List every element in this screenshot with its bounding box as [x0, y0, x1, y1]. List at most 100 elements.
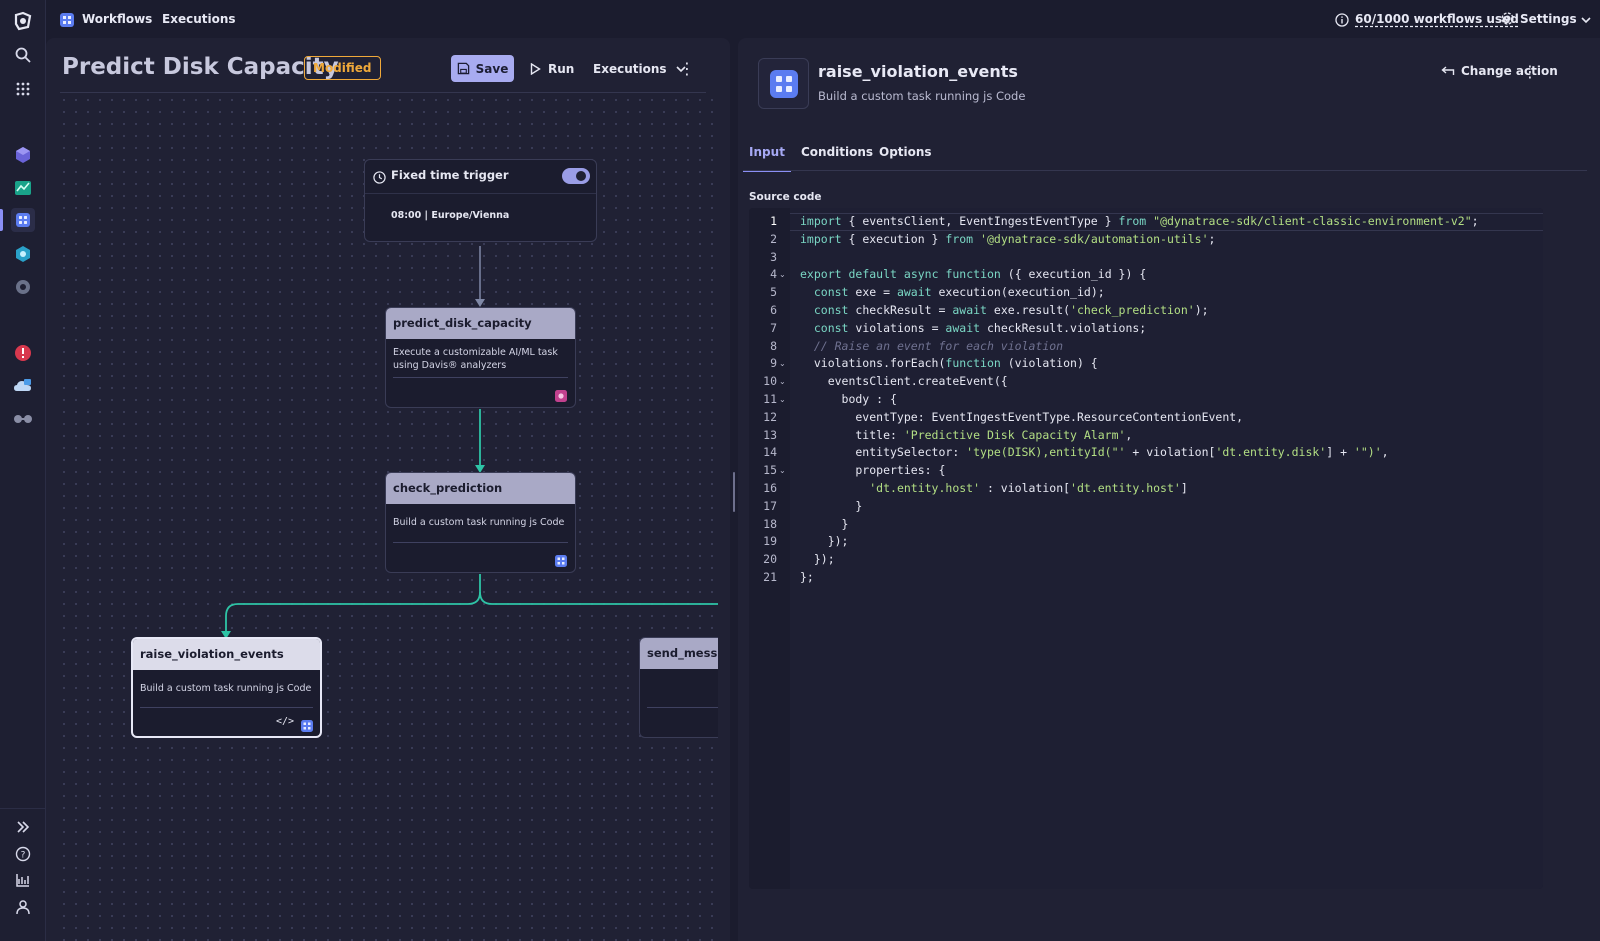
line-number: 8 [770, 338, 777, 353]
line-number: 12 [763, 409, 777, 424]
line-number: 9 [770, 356, 777, 371]
executions-dropdown[interactable]: Executions [593, 55, 687, 82]
line-number: 16 [763, 481, 777, 495]
line-number: 14 [763, 445, 777, 460]
code-line[interactable]: const checkResult = await exe.result('ch… [800, 303, 1209, 317]
apps-grid-icon[interactable] [11, 77, 35, 101]
line-number: 13 [763, 427, 777, 442]
change-action-label: Change action [1461, 64, 1558, 78]
action-panel: raise_violation_events Build a custom ta… [738, 38, 1600, 941]
modified-badge: Modified [304, 56, 381, 80]
svg-text:?: ? [21, 851, 26, 861]
notebook-app-icon[interactable] [11, 242, 35, 266]
code-content[interactable]: import { eventsClient, EventIngestEventT… [790, 208, 1543, 889]
code-line[interactable]: // Raise an event for each violation [800, 339, 1063, 353]
task-node-raise[interactable]: raise_violation_events Build a custom ta… [131, 637, 322, 738]
code-line[interactable]: title: 'Predictive Disk Capacity Alarm', [800, 428, 1132, 442]
tab-options[interactable]: Options [879, 136, 932, 172]
fold-chevron-icon[interactable]: ⌄ [779, 270, 786, 279]
fold-chevron-icon[interactable]: ⌄ [779, 359, 786, 368]
code-line[interactable]: properties: { [800, 463, 945, 477]
save-label: Save [475, 61, 509, 76]
code-line[interactable]: body : { [800, 392, 897, 406]
swap-icon [1441, 66, 1455, 75]
task-node-predict[interactable]: predict_disk_capacity Execute a customiz… [385, 307, 576, 408]
more-options-icon[interactable]: ⋮ [677, 55, 697, 82]
help-icon[interactable]: ? [11, 842, 35, 866]
action-subtitle: Build a custom task running js Code [818, 89, 1026, 103]
code-editor[interactable]: 1 2 3 4 ⌄ 5 6 7 8 9 ⌄ 10 ⌄ 11 ⌄ 12 13 14 15 ⌄ 16 17 18 19 20 21 i… [749, 208, 1543, 889]
settings-menu[interactable]: Settings [1520, 0, 1577, 38]
action-title[interactable]: raise_violation_events [818, 62, 1018, 81]
line-number: 3 [770, 249, 777, 264]
more-options-icon[interactable]: ⋮ [1520, 58, 1540, 85]
panel-splitter[interactable] [733, 472, 735, 512]
tab-conditions[interactable]: Conditions [801, 136, 873, 172]
observability-app-icon[interactable] [11, 407, 35, 431]
task-node-title: send_mess [640, 638, 718, 669]
line-number: 15 [763, 463, 777, 478]
line-number: 10 [763, 374, 777, 389]
trigger-node[interactable]: Fixed time trigger 08:00 | Europe/Vienna [364, 159, 597, 242]
action-type-icon [758, 58, 809, 109]
code-line[interactable]: eventsClient.createEvent({ [800, 374, 1008, 388]
cube-app-icon[interactable] [11, 143, 35, 167]
workflows-app-icon[interactable] [11, 208, 35, 232]
task-node-title: check_prediction [386, 473, 575, 504]
line-number: 1 [770, 214, 777, 228]
trigger-schedule: 08:00 | Europe/Vienna [391, 210, 510, 221]
analytics-icon[interactable] [11, 868, 35, 892]
task-node-send[interactable]: send_mess [639, 637, 718, 738]
task-node-check[interactable]: check_prediction Build a custom task run… [385, 472, 576, 573]
code-icon: </> [275, 716, 294, 727]
trigger-toggle[interactable] [562, 168, 590, 184]
tab-input[interactable]: Input [743, 136, 791, 172]
user-icon[interactable] [11, 895, 35, 919]
fold-chevron-icon[interactable]: ⌄ [779, 466, 786, 475]
save-icon [457, 62, 469, 75]
code-line[interactable]: violations.forEach(function (violation) … [800, 356, 1098, 370]
code-line[interactable]: } [800, 517, 849, 531]
code-line[interactable]: 'dt.entity.host' : violation['dt.entity.… [800, 481, 1188, 495]
code-line[interactable]: import { eventsClient, EventIngestEventT… [800, 214, 1479, 228]
code-line[interactable]: }); [800, 552, 835, 566]
code-line[interactable]: }); [800, 534, 849, 548]
line-number: 21 [763, 570, 777, 584]
fold-chevron-icon[interactable]: ⌄ [779, 377, 786, 386]
workflow-quota[interactable]: 60/1000 workflows used [1355, 0, 1519, 38]
run-button[interactable]: Run [530, 55, 574, 82]
expand-rail-icon[interactable] [11, 815, 35, 839]
dashboard-app-icon[interactable] [11, 176, 35, 200]
code-line[interactable]: import { execution } from '@dynatrace-sd… [800, 232, 1215, 246]
info-icon [1335, 12, 1349, 31]
code-line[interactable]: const violations = await checkResult.vio… [800, 321, 1146, 335]
code-line[interactable]: export default async function ({ executi… [800, 267, 1146, 281]
code-line[interactable]: } [800, 499, 862, 513]
executions-label: Executions [593, 61, 667, 76]
code-line[interactable]: entitySelector: 'type(DISK),entityId("' … [800, 445, 1388, 459]
code-line[interactable]: const exe = await execution(execution_id… [800, 285, 1105, 299]
code-line[interactable]: eventType: EventIngestEventType.Resource… [800, 410, 1243, 424]
line-number: 17 [763, 498, 777, 513]
cloud-app-icon[interactable] [11, 374, 35, 398]
line-number: 18 [763, 516, 777, 531]
tab-executions[interactable]: Executions [162, 0, 236, 38]
chevron-down-icon[interactable] [1580, 11, 1592, 30]
run-label: Run [548, 61, 575, 76]
workflow-canvas[interactable]: Fixed time trigger 08:00 | Europe/Vienna… [58, 94, 718, 941]
fold-chevron-icon[interactable]: ⌄ [779, 395, 786, 404]
search-icon[interactable] [11, 43, 35, 67]
dynatrace-logo-icon[interactable] [11, 9, 35, 33]
task-node-description: Build a custom task running js Code [140, 683, 312, 694]
task-node-title: predict_disk_capacity [386, 308, 575, 339]
save-button[interactable]: Save [451, 55, 514, 82]
tab-workflows[interactable]: Workflows [82, 0, 152, 38]
workflow-editor: Predict Disk Capacity Modified Save Run … [46, 38, 730, 941]
settings-app-icon[interactable] [11, 275, 35, 299]
workflow-title[interactable]: Predict Disk Capacity [62, 54, 339, 80]
problems-app-icon[interactable] [11, 341, 35, 365]
trigger-title: Fixed time trigger [391, 168, 509, 182]
change-action-button[interactable]: Change action [1441, 62, 1558, 80]
code-line[interactable]: }; [800, 570, 814, 584]
task-node-title: raise_violation_events [133, 639, 320, 670]
